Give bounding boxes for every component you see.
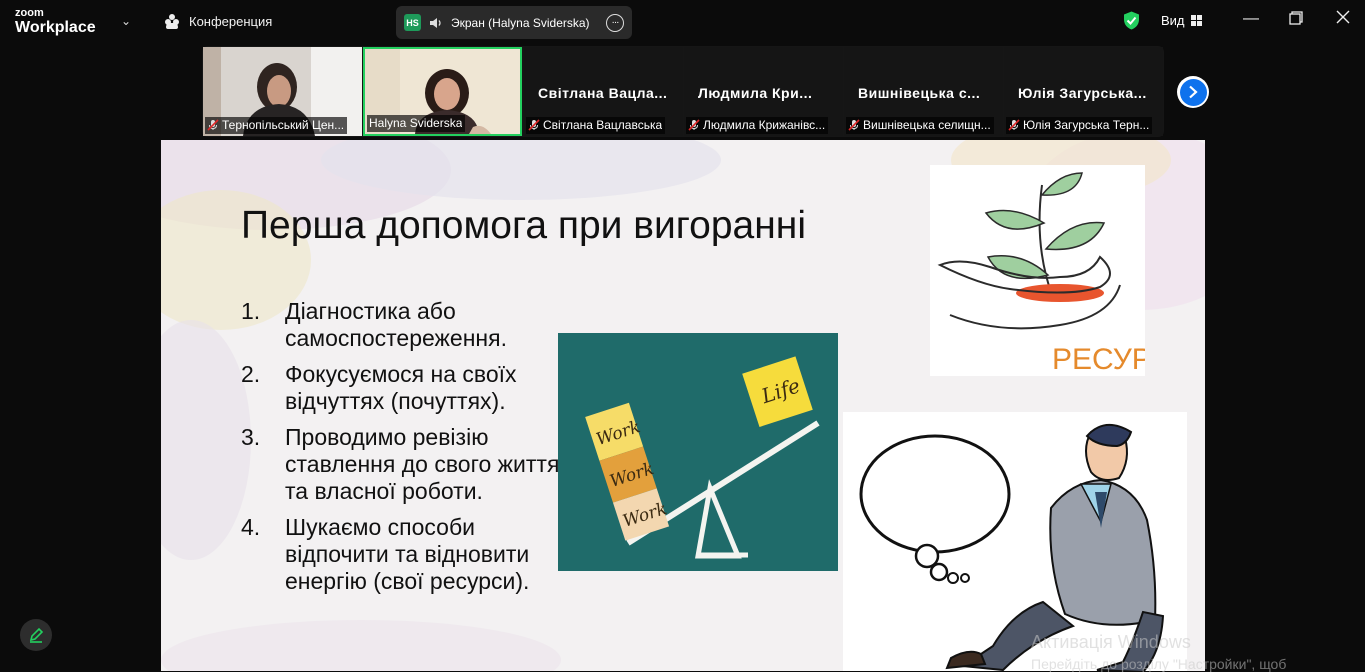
participant-display-name: Вишнівецька с... <box>858 85 981 101</box>
participant-gallery: Тернопільський Цен... Halyna Sviderska С… <box>202 46 1164 137</box>
work-life-balance-image: Work Work Work Life <box>558 333 838 571</box>
list-item: 2. Фокусуємося на своїх відчуттях (почутт… <box>241 361 561 415</box>
gallery-next-button[interactable] <box>1177 76 1209 108</box>
list-text: Діагностика або самоспостереження. <box>285 298 507 351</box>
participant-display-name: Людмила Кри... <box>698 85 813 101</box>
resource-label: РЕСУРС <box>1052 343 1145 376</box>
meeting-icon <box>163 13 181 29</box>
participant-name: Юлія Загурська Терн... <box>1023 118 1150 132</box>
participant-tile[interactable]: Юлія Загурська... Юлія Загурська Терн... <box>1004 47 1163 136</box>
participant-name: Halyna Sviderska <box>369 116 463 130</box>
list-text: Фокусуємося на своїх відчуттях (почуттях… <box>285 361 517 414</box>
participant-caption: Юлія Загурська Терн... <box>1006 117 1153 134</box>
share-label: Экран (Halyna Sviderska) <box>451 15 590 30</box>
restore-icon[interactable] <box>1289 11 1303 30</box>
mic-muted-icon <box>207 119 219 131</box>
participant-tile-active-speaker[interactable]: Halyna Sviderska <box>363 47 522 136</box>
participant-name: Тернопільський Цен... <box>222 118 345 132</box>
participant-caption: Вишнівецька селищн... <box>846 117 994 134</box>
participant-tile[interactable]: Людмила Кри... Людмила Крижанівс... <box>684 47 843 136</box>
screen-share-indicator[interactable]: HS Экран (Halyna Sviderska) ··· <box>396 6 632 39</box>
list-number: 1. <box>241 298 261 324</box>
conference-info-button[interactable]: Конференция <box>163 13 272 29</box>
more-options-icon[interactable]: ··· <box>606 13 624 32</box>
grid-view-icon <box>1190 15 1202 26</box>
slide-numbered-list: 1. Діагностика або самоспостереження. 2. Ф… <box>241 298 561 604</box>
participant-tile[interactable]: Тернопільський Цен... <box>203 47 362 136</box>
windows-activation-hint: Перейдіть до розділу "Настройки", щоб <box>1031 656 1287 672</box>
list-number: 4. <box>241 514 261 540</box>
participant-name: Людмила Крижанівс... <box>703 118 826 132</box>
list-text: Шукаємо способи відпочити та відновити е… <box>285 514 530 594</box>
list-number: 2. <box>241 361 261 387</box>
participant-tile[interactable]: Світлана Вацла... Світлана Вацлавська <box>524 47 683 136</box>
logo-text-bottom: Workplace <box>15 19 96 36</box>
mic-muted-icon <box>848 119 860 131</box>
participant-display-name: Юлія Загурська... <box>1018 85 1147 101</box>
participant-tile[interactable]: Вишнівецька с... Вишнівецька селищн... <box>844 47 1003 136</box>
encryption-shield-icon[interactable] <box>1123 11 1140 30</box>
pencil-icon <box>29 627 44 643</box>
participant-display-name: Світлана Вацла... <box>538 85 668 101</box>
slide-title: Перша допомога при вигоранні <box>241 204 806 247</box>
minimize-icon[interactable]: — <box>1243 10 1259 28</box>
mic-muted-icon <box>688 119 700 131</box>
list-text: Проводимо ревізію ставлення до свого жит… <box>285 424 560 504</box>
participant-caption: Людмила Крижанівс... <box>686 117 829 134</box>
windows-activation-watermark: Активація Windows <box>1031 632 1191 652</box>
zoom-logo: zoom Workplace <box>15 8 96 36</box>
chevron-right-icon <box>1179 78 1207 106</box>
participant-caption: Halyna Sviderska <box>367 115 466 132</box>
list-item: 4. Шукаємо способи відпочити та відновити… <box>241 514 561 595</box>
conference-label: Конференция <box>189 13 273 29</box>
sharer-avatar: HS <box>404 14 421 31</box>
mic-muted-icon <box>1008 119 1020 131</box>
close-icon[interactable] <box>1336 10 1350 29</box>
participant-name: Вишнівецька селищн... <box>863 118 991 132</box>
participant-name: Світлана Вацлавська <box>543 118 663 132</box>
participant-caption: Світлана Вацлавська <box>526 117 666 134</box>
chevron-down-icon[interactable]: ⌄ <box>121 14 131 28</box>
list-item: 1. Діагностика або самоспостереження. <box>241 298 561 352</box>
list-number: 3. <box>241 424 261 450</box>
logo-text-top: zoom <box>15 7 44 19</box>
list-item: 3. Проводимо ревізію ставлення до свого ж… <box>241 424 561 505</box>
participant-caption: Тернопільський Цен... <box>205 117 348 134</box>
title-bar: zoom Workplace ⌄ Конференция HS Экран (H… <box>0 0 1365 44</box>
view-label: Вид <box>1161 13 1185 28</box>
shared-screen: Перша допомога при вигоранні 1. Діагности… <box>161 140 1205 671</box>
view-menu-button[interactable]: Вид <box>1161 13 1202 28</box>
resource-image: РЕСУРС <box>930 165 1173 376</box>
mic-muted-icon <box>528 119 540 131</box>
annotate-button[interactable] <box>20 619 52 651</box>
speaker-icon <box>430 17 441 28</box>
